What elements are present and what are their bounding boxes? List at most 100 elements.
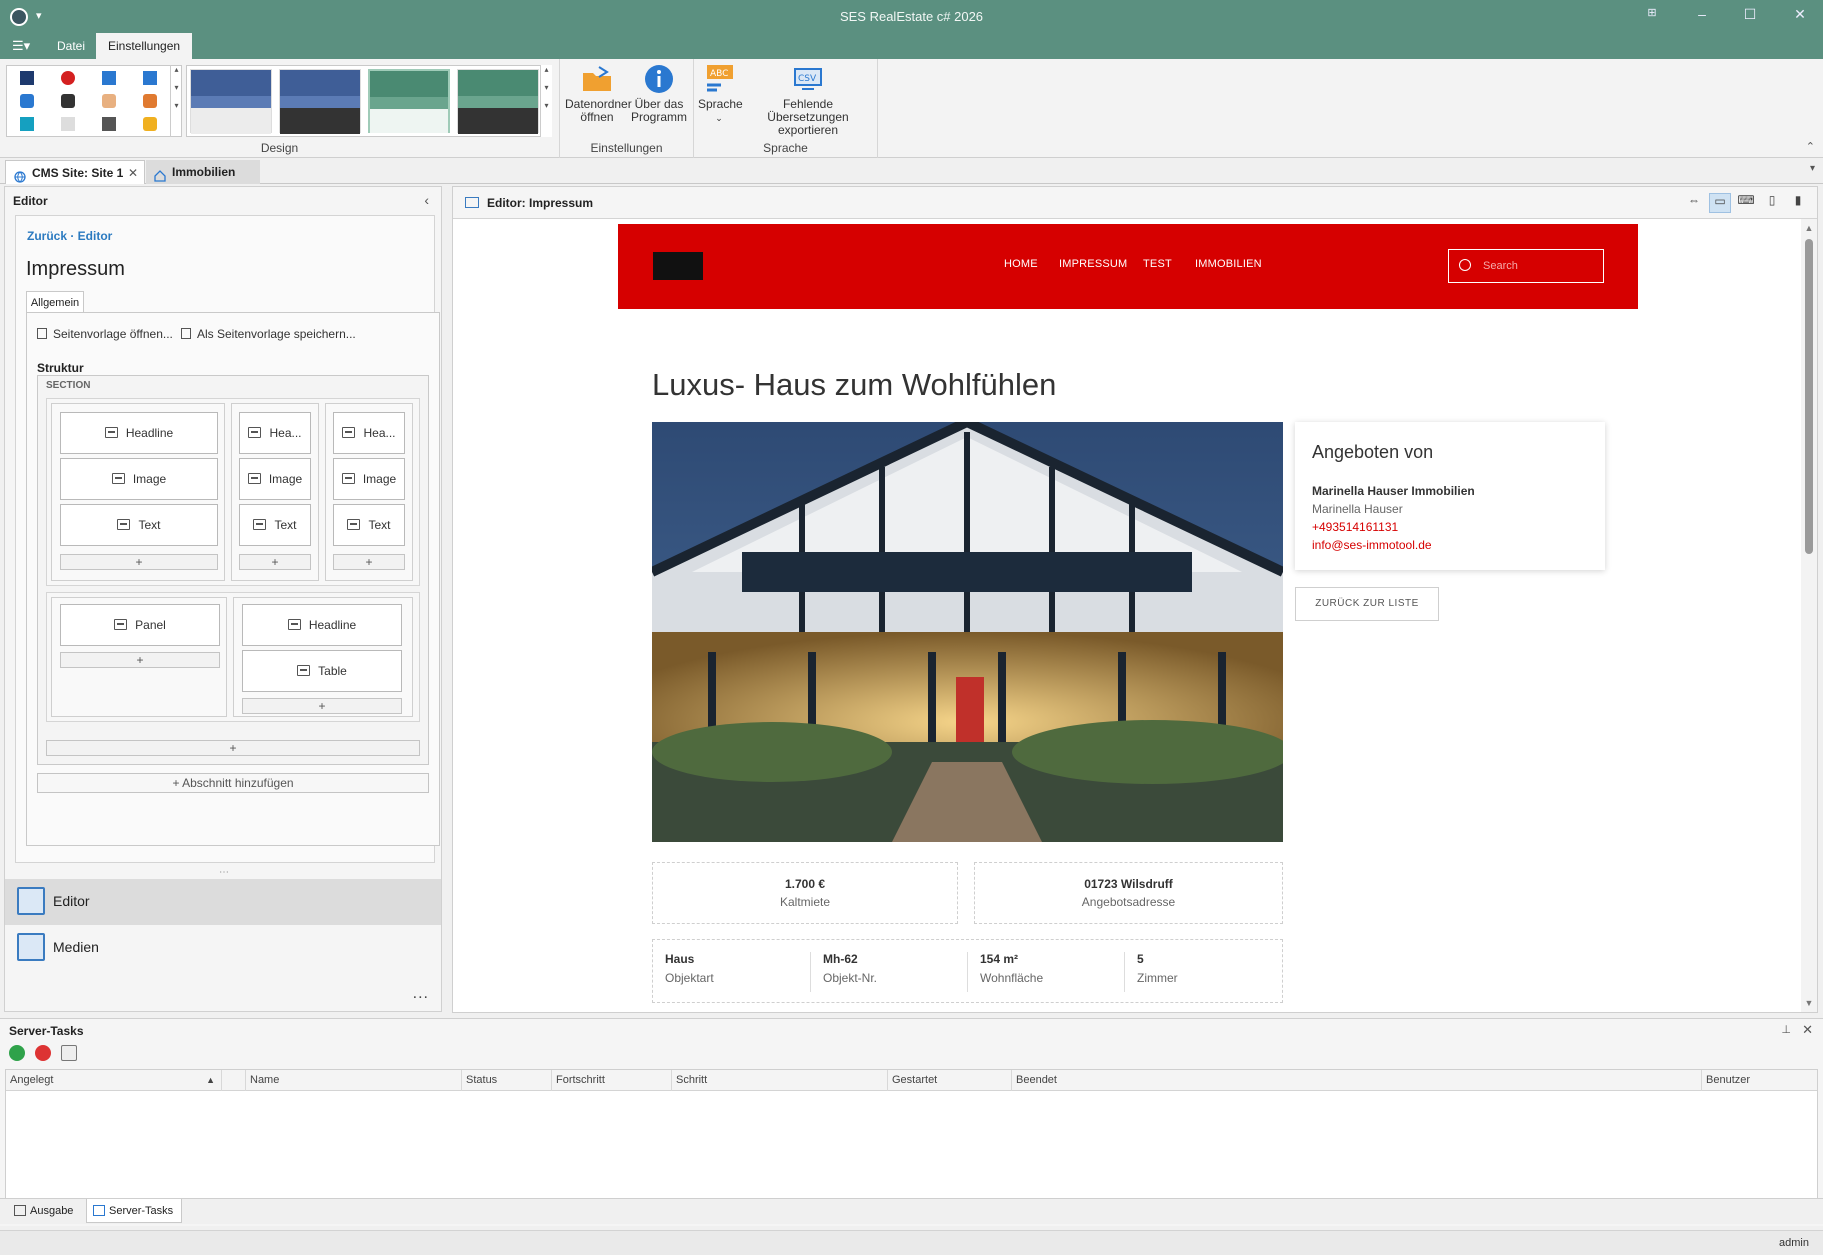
add-block-button[interactable]: + [239, 554, 311, 570]
splitter-grip[interactable]: ⋯ [219, 867, 230, 878]
house-icon [154, 166, 166, 182]
minimize-button[interactable]: – [1692, 6, 1712, 26]
email-link[interactable]: info@ses-immotool.de [1312, 538, 1432, 552]
text-block[interactable]: Text [60, 504, 218, 546]
nav-media[interactable]: Medien [5, 925, 441, 971]
tab-immobilien[interactable]: Immobilien [146, 160, 260, 184]
site-logo[interactable] [653, 252, 703, 280]
export-translations-button[interactable]: CSV Fehlende Übersetzungen exportieren [746, 63, 870, 137]
palette-swatch-selected[interactable] [368, 69, 450, 133]
close-tab-icon[interactable]: ✕ [128, 161, 138, 185]
tab-ausgabe[interactable]: Ausgabe [8, 1199, 81, 1223]
palette-scroll[interactable]: ▴ ▾ ▾ [540, 65, 552, 137]
laptop-icon[interactable]: ⌨ [1735, 193, 1757, 213]
column-header-blank[interactable] [222, 1070, 246, 1091]
skin-icon[interactable] [61, 117, 75, 131]
tablet-icon[interactable]: ▯ [1761, 193, 1783, 213]
phone-link[interactable]: +493514161131 [1312, 520, 1398, 534]
skin-icon[interactable] [61, 94, 75, 108]
task-details-icon[interactable] [61, 1045, 77, 1061]
image-block[interactable]: Image [333, 458, 405, 500]
skin-icon[interactable] [143, 94, 157, 108]
palette-gallery[interactable] [186, 65, 550, 137]
column-header-name[interactable]: Name [246, 1070, 462, 1091]
table-block[interactable]: Table [242, 650, 402, 692]
panel-block[interactable]: Panel [60, 604, 220, 646]
add-row-button[interactable]: + [46, 740, 420, 756]
tab-allgemein[interactable]: Allgemein [26, 291, 84, 313]
restore-layout-icon[interactable]: ⊞ [1642, 6, 1662, 26]
breadcrumb[interactable]: Zurück · Editor [27, 229, 112, 243]
save-template-button[interactable]: Als Seitenvorlage speichern... [181, 327, 356, 341]
add-block-button[interactable]: + [242, 698, 402, 714]
nav-home[interactable]: HOME [1004, 258, 1038, 270]
section-block[interactable]: SECTION Headline Image Text + Hea... Ima… [37, 375, 429, 765]
about-button[interactable]: Über das Programm [630, 63, 688, 124]
skin-icon[interactable] [102, 94, 116, 108]
palette-swatch[interactable] [457, 69, 539, 134]
nav-immobilien[interactable]: IMMOBILIEN [1195, 258, 1262, 270]
collapse-panel-icon[interactable]: ‹ [424, 192, 429, 208]
gallery-scroll[interactable]: ▴ ▾ ▾ [170, 65, 182, 137]
close-button[interactable]: ✕ [1790, 6, 1810, 26]
desktop-icon[interactable]: ▭ [1709, 193, 1731, 213]
fit-icon[interactable]: ⇔ [1683, 193, 1705, 213]
site-search-input[interactable]: Search [1448, 249, 1604, 283]
image-block[interactable]: Image [60, 458, 218, 500]
skin-icon[interactable] [143, 117, 157, 131]
skin-icon[interactable] [143, 71, 157, 85]
scroll-up-icon[interactable]: ▲ [1801, 223, 1817, 233]
nav-test[interactable]: TEST [1143, 258, 1172, 270]
phone-icon[interactable]: ▮ [1787, 193, 1809, 213]
open-template-button[interactable]: Seitenvorlage öffnen... [37, 327, 173, 341]
pin-icon[interactable]: ⊥ [1781, 1023, 1791, 1036]
column-header-fortschritt[interactable]: Fortschritt [552, 1070, 672, 1091]
add-block-button[interactable]: + [60, 554, 218, 570]
collapse-ribbon-icon[interactable]: ⌃ [1806, 140, 1815, 153]
skin-icon-gallery[interactable] [6, 65, 182, 137]
start-task-icon[interactable] [9, 1045, 25, 1061]
nav-impressum[interactable]: IMPRESSUM [1059, 258, 1127, 270]
add-block-button[interactable]: + [60, 652, 220, 668]
skin-icon[interactable] [20, 117, 34, 131]
skin-icon[interactable] [102, 71, 116, 85]
column-header-status[interactable]: Status [462, 1070, 552, 1091]
language-button[interactable]: ABC Sprache ⌄ [698, 63, 743, 125]
maximize-button[interactable]: ☐ [1740, 6, 1760, 26]
skin-icon[interactable] [102, 117, 116, 131]
data-folder-button[interactable]: Datenordner öffnen [565, 63, 632, 124]
add-block-button[interactable]: + [333, 554, 405, 570]
add-section-button[interactable]: + Abschnitt hinzufügen [37, 773, 429, 793]
text-block[interactable]: Text [333, 504, 405, 546]
close-panel-icon[interactable]: ✕ [1802, 1022, 1813, 1038]
tab-server-tasks[interactable]: Server-Tasks [86, 1199, 183, 1223]
tab-cms-site[interactable]: CMS Site: Site 1 ✕ [5, 160, 145, 184]
image-block[interactable]: Image [239, 458, 311, 500]
palette-swatch[interactable] [279, 69, 361, 134]
column-header-beendet[interactable]: Beendet [1012, 1070, 1702, 1091]
more-options-icon[interactable]: ... [413, 985, 429, 1003]
headline-block[interactable]: Headline [242, 604, 402, 646]
skin-icon[interactable] [61, 71, 75, 85]
column-header-schritt[interactable]: Schritt [672, 1070, 888, 1091]
scroll-thumb[interactable] [1805, 239, 1813, 554]
scroll-down-icon[interactable]: ▼ [1801, 998, 1817, 1008]
back-to-list-button[interactable]: ZURÜCK ZUR LISTE [1295, 587, 1439, 621]
nav-editor[interactable]: Editor [5, 879, 441, 925]
skin-icon[interactable] [20, 71, 34, 85]
skin-icon[interactable] [20, 94, 34, 108]
tab-datei[interactable]: Datei [45, 33, 97, 59]
headline-block[interactable]: Hea... [333, 412, 405, 454]
app-menu-icon[interactable]: ☰▾ [12, 38, 30, 54]
palette-swatch[interactable] [190, 69, 272, 134]
column-header-angelegt[interactable]: Angelegt ▲ [6, 1070, 222, 1091]
tab-einstellungen[interactable]: Einstellungen [96, 33, 193, 59]
column-header-benutzer[interactable]: Benutzer [1702, 1070, 1819, 1091]
headline-block[interactable]: Headline [60, 412, 218, 454]
text-block[interactable]: Text [239, 504, 311, 546]
preview-scrollbar[interactable]: ▲ ▼ [1801, 219, 1817, 1012]
column-header-gestartet[interactable]: Gestartet [888, 1070, 1012, 1091]
stop-task-icon[interactable] [35, 1045, 51, 1061]
tab-list-dropdown-icon[interactable]: ▾ [1810, 163, 1815, 174]
headline-block[interactable]: Hea... [239, 412, 311, 454]
